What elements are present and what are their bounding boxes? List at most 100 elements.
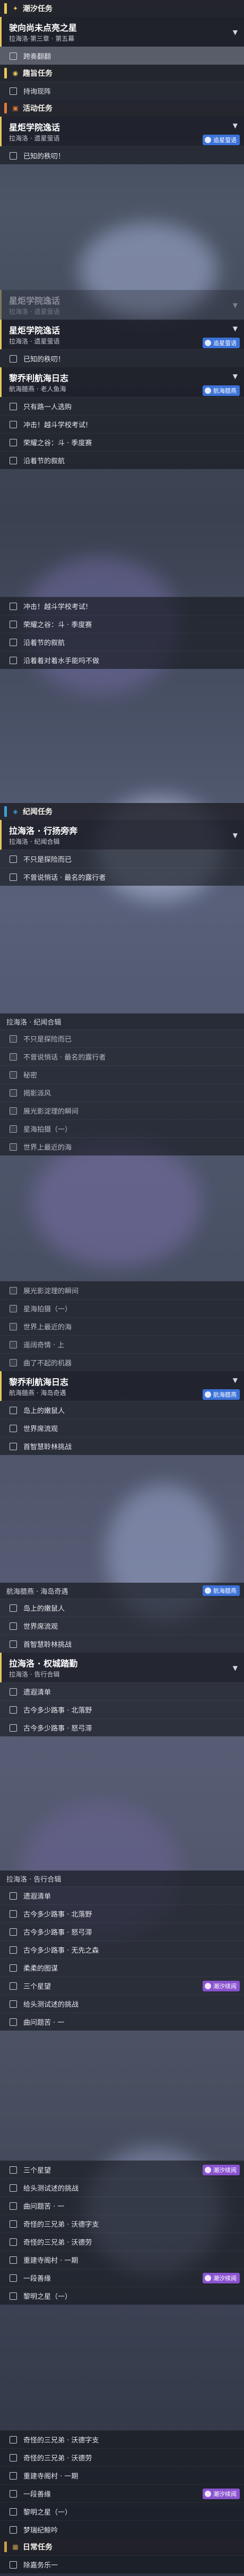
- checkbox-icon[interactable]: [10, 355, 17, 363]
- checkbox-icon[interactable]: [10, 1053, 17, 1061]
- checkbox-icon[interactable]: [10, 152, 17, 160]
- task-item[interactable]: 世界上最近的海: [0, 1317, 244, 1335]
- checkbox-icon[interactable]: [10, 1125, 17, 1133]
- quest-card[interactable]: 驶向尚未点亮之星 拉海洛·第三章 · 第五幕 ▼: [0, 17, 244, 47]
- task-item[interactable]: 曲问题苦 · 一: [0, 2013, 244, 2031]
- task-item[interactable]: 已知的秩叨！: [0, 146, 244, 164]
- task-item[interactable]: 梦瑞纪鲸吟: [0, 2520, 244, 2538]
- task-item[interactable]: 持询现阵: [0, 82, 244, 100]
- checkbox-icon[interactable]: [10, 656, 17, 664]
- task-item[interactable]: 黎明之星（一）: [0, 2502, 244, 2520]
- task-item[interactable]: 不只是探险而已: [0, 850, 244, 868]
- chevron-down-icon[interactable]: ▼: [233, 832, 238, 839]
- checkbox-icon[interactable]: [10, 1622, 17, 1630]
- task-item[interactable]: 奇怪的三兄弟 · 沃德字支: [0, 2430, 244, 2448]
- chevron-down-icon[interactable]: ▼: [233, 122, 238, 129]
- checkbox-icon[interactable]: [10, 438, 17, 446]
- checkbox-icon[interactable]: [10, 2472, 17, 2480]
- quest-card[interactable]: 星炬学院逸话 拉海洛 · 遗星萤语 ▼ 追星萤语: [0, 320, 244, 349]
- quest-card[interactable]: 黎乔利航海日志 航海腊燕 · 老人鱼海 ▼ 航海腊燕: [0, 367, 244, 397]
- task-item[interactable]: 星海拍摄（一）: [0, 1299, 244, 1317]
- task-item[interactable]: 遥阔奇情 · 上: [0, 1335, 244, 1353]
- task-item[interactable]: 冲击！越斗学校考试!: [0, 415, 244, 433]
- quest-card[interactable]: 黎乔利航海日志 航海腊燕 · 海岛奇遇 ▼ 航海腊燕: [0, 1371, 244, 1401]
- checkbox-icon[interactable]: [10, 2000, 17, 2008]
- chevron-down-icon[interactable]: ▼: [233, 302, 238, 309]
- task-item[interactable]: 荣耀之谷：斗 · 季度赛: [0, 615, 244, 633]
- checkbox-icon[interactable]: [10, 1424, 17, 1432]
- task-item[interactable]: 首智慧聆林挑战: [0, 1437, 244, 1455]
- checkbox-icon[interactable]: [10, 1406, 17, 1414]
- category-header[interactable]: ◉ 趣旨任务: [0, 65, 244, 82]
- checkbox-icon[interactable]: [10, 1089, 17, 1097]
- task-item[interactable]: 三个星望 潮汐续阅: [0, 2160, 244, 2178]
- chevron-down-icon[interactable]: ▼: [233, 325, 238, 332]
- checkbox-icon[interactable]: [10, 2184, 17, 2192]
- task-item[interactable]: 三个星望 潮汐续阅: [0, 1977, 244, 1995]
- task-item[interactable]: 只有路一人选购: [0, 397, 244, 415]
- chevron-down-icon[interactable]: ▼: [233, 373, 238, 380]
- checkbox-icon[interactable]: [10, 2166, 17, 2174]
- checkbox-icon[interactable]: [10, 1640, 17, 1648]
- checkbox-icon[interactable]: [10, 855, 17, 863]
- task-item[interactable]: 沿着节的叙航: [0, 633, 244, 651]
- checkbox-icon[interactable]: [10, 2238, 17, 2246]
- group-header[interactable]: 拉海洛 · 告行合辑: [0, 1871, 244, 1886]
- task-item[interactable]: 首智慧聆林挑战: [0, 1635, 244, 1653]
- checkbox-icon[interactable]: [10, 2454, 17, 2462]
- checkbox-icon[interactable]: [10, 1143, 17, 1151]
- chevron-down-icon[interactable]: ▼: [233, 1377, 238, 1384]
- group-header[interactable]: 航海腊燕 · 海岛奇遇 航海腊燕: [0, 1583, 244, 1599]
- task-item[interactable]: 岛上的嫩鼠人: [0, 1401, 244, 1419]
- checkbox-icon[interactable]: [10, 620, 17, 628]
- task-item[interactable]: 不曾说悄话 · 最名的露行者: [0, 868, 244, 886]
- task-item[interactable]: 一段善缘 潮汐续阅: [0, 2484, 244, 2502]
- quest-card[interactable]: 星炬学院逸话 拉海洛 · 遗星萤语 ▼ 追星萤语: [0, 117, 244, 146]
- category-header[interactable]: ✦ 潮汐任务: [0, 0, 244, 17]
- checkbox-icon[interactable]: [10, 602, 17, 610]
- checkbox-icon[interactable]: [10, 638, 17, 646]
- task-item[interactable]: 奇怪的三兄弟 · 沃德劳: [0, 2233, 244, 2251]
- checkbox-icon[interactable]: [10, 87, 17, 95]
- task-item[interactable]: 不只是探险而已: [0, 1029, 244, 1047]
- group-header[interactable]: 拉海洛 · 纪闻合辑: [0, 1013, 244, 1029]
- quest-card[interactable]: 拉海洛 · 行扬旁奔 拉海洛 · 纪闻合辑 ▼: [0, 820, 244, 850]
- task-item[interactable]: 荣耀之谷：斗 · 季度赛: [0, 433, 244, 451]
- task-item[interactable]: 沿着着对着水手能吗不做: [0, 651, 244, 669]
- task-item[interactable]: 古今多少路事 · 北落野: [0, 1904, 244, 1922]
- task-item[interactable]: 不曾说悄话 · 最名的露行者: [0, 1047, 244, 1065]
- task-item[interactable]: 一段善缘 潮汐续阅: [0, 2269, 244, 2287]
- task-item[interactable]: 古今多少路事 · 怒弓滞: [0, 1922, 244, 1940]
- checkbox-icon[interactable]: [10, 1322, 17, 1330]
- checkbox-icon[interactable]: [10, 1604, 17, 1612]
- checkbox-icon[interactable]: [10, 1071, 17, 1079]
- task-item[interactable]: 世界席流观: [0, 1617, 244, 1635]
- task-item[interactable]: 曲问题苦 · 一: [0, 2196, 244, 2215]
- task-item[interactable]: 给头测试述的挑战: [0, 1995, 244, 2013]
- task-item[interactable]: 遗遐清单: [0, 1682, 244, 1700]
- checkbox-icon[interactable]: [10, 1304, 17, 1312]
- task-item[interactable]: 古今多少路事 · 无先之森: [0, 1940, 244, 1959]
- quest-card[interactable]: 星炬学院逸话 拉海洛 · 遗星萤语 ▼: [0, 290, 244, 320]
- checkbox-icon[interactable]: [10, 402, 17, 410]
- checkbox-icon[interactable]: [10, 456, 17, 464]
- task-item[interactable]: 冲击！越斗学校考试!: [0, 597, 244, 615]
- task-item[interactable]: 除嘉务乐一: [0, 2555, 244, 2573]
- task-item[interactable]: 重建寺阁村 · 一期: [0, 2251, 244, 2269]
- checkbox-icon[interactable]: [10, 2220, 17, 2228]
- checkbox-icon[interactable]: [10, 1442, 17, 1450]
- category-header[interactable]: ◈ 纪闻任务: [0, 803, 244, 820]
- checkbox-icon[interactable]: [10, 2274, 17, 2282]
- checkbox-icon[interactable]: [10, 2490, 17, 2498]
- checkbox-icon[interactable]: [10, 1286, 17, 1294]
- task-item[interactable]: 柔柔的图谋: [0, 1959, 244, 1977]
- checkbox-icon[interactable]: [10, 420, 17, 428]
- task-item[interactable]: 奇怪的三兄弟 · 沃德字支: [0, 2215, 244, 2233]
- checkbox-icon[interactable]: [10, 1724, 17, 1732]
- quest-card[interactable]: 拉海洛 · 权城踏勤 拉海洛 · 告行合辑 ▼: [0, 1653, 244, 1682]
- checkbox-icon[interactable]: [10, 1340, 17, 1348]
- task-item[interactable]: 古今多少路事 · 北落野: [0, 1700, 244, 1718]
- task-item[interactable]: 曲了不起的机器: [0, 1353, 244, 1371]
- task-item[interactable]: 古今多少路事 · 怒弓滞: [0, 1718, 244, 1736]
- checkbox-icon[interactable]: [10, 1892, 17, 1900]
